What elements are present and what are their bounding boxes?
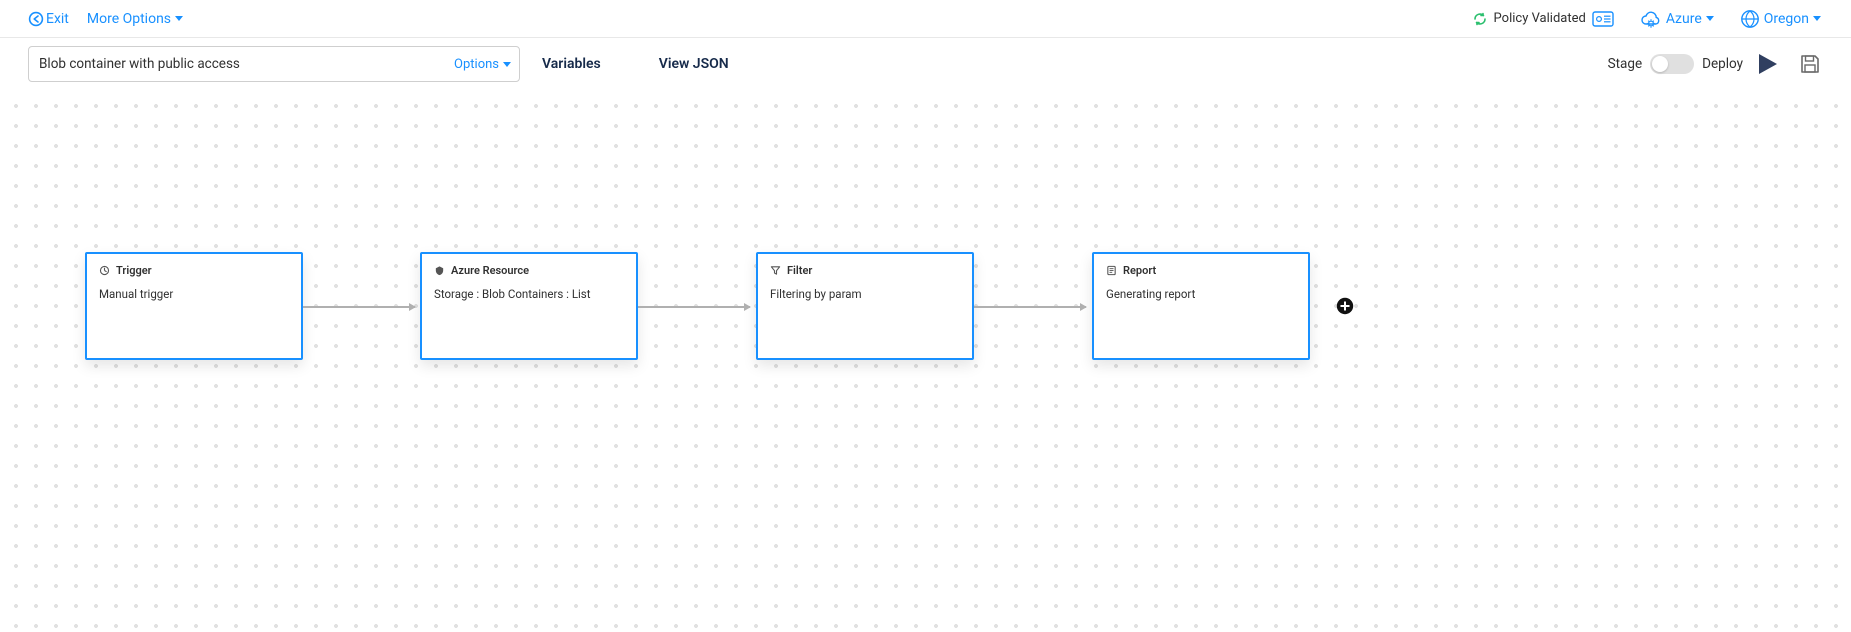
chevron-down-icon: [175, 16, 183, 21]
topbar: Exit More Options Policy Validated Azure…: [0, 0, 1851, 38]
node-type-icon: [1106, 265, 1117, 276]
node-subtitle: Generating report: [1106, 287, 1296, 301]
exit-icon: [28, 11, 44, 27]
cloud-label: Azure: [1666, 11, 1702, 27]
region-label: Oregon: [1764, 11, 1809, 27]
policy-status-label: Policy Validated: [1494, 11, 1586, 26]
connector-arrow: [974, 306, 1086, 308]
node-type-icon: [770, 265, 781, 276]
refresh-icon: [1472, 11, 1488, 27]
workflow-node[interactable]: Report Generating report: [1092, 252, 1310, 360]
exit-button[interactable]: Exit: [28, 11, 69, 27]
cloud-select[interactable]: Azure: [1640, 10, 1714, 28]
policy-card-icon: [1592, 11, 1614, 27]
node-title: Filter: [787, 264, 812, 277]
chevron-down-icon: [1813, 16, 1821, 21]
region-select[interactable]: Oregon: [1740, 9, 1821, 29]
node-type-icon: [434, 265, 445, 276]
tab-view-json[interactable]: View JSON: [659, 56, 729, 72]
globe-icon: [1740, 9, 1760, 29]
toggle-knob: [1652, 56, 1668, 72]
workflow-options-label: Options: [454, 57, 499, 72]
node-title: Trigger: [116, 264, 152, 277]
add-node-button[interactable]: [1336, 297, 1354, 315]
node-header: Report: [1106, 264, 1296, 277]
chevron-down-icon: [1706, 16, 1714, 21]
node-header: Azure Resource: [434, 264, 624, 277]
workflow-name-field[interactable]: Options: [28, 46, 520, 82]
workflow-toolbar: Options Variables View JSON Stage Deploy: [0, 38, 1851, 90]
node-title: Azure Resource: [451, 264, 529, 277]
stage-deploy-toggle[interactable]: [1650, 54, 1694, 74]
chevron-down-icon: [503, 62, 511, 67]
deploy-label: Deploy: [1702, 56, 1743, 72]
exit-label: Exit: [46, 11, 69, 27]
workflow-node[interactable]: Azure Resource Storage : Blob Containers …: [420, 252, 638, 360]
node-header: Trigger: [99, 264, 289, 277]
plus-circle-icon: [1336, 297, 1354, 315]
more-options-button[interactable]: More Options: [87, 11, 183, 27]
node-header: Filter: [770, 264, 960, 277]
node-type-icon: [99, 265, 110, 276]
node-subtitle: Manual trigger: [99, 287, 289, 301]
topbar-left: Exit More Options: [28, 11, 183, 27]
tab-variables[interactable]: Variables: [542, 56, 601, 72]
stage-deploy-toggle-group: Stage Deploy: [1608, 54, 1743, 74]
workflow-name-input[interactable]: [39, 56, 448, 72]
connector-arrow: [638, 306, 750, 308]
run-button[interactable]: [1759, 54, 1777, 74]
workflow-node[interactable]: Trigger Manual trigger: [85, 252, 303, 360]
connector-arrow: [303, 306, 415, 308]
workflow-options-button[interactable]: Options: [454, 57, 511, 72]
workflow-node[interactable]: Filter Filtering by param: [756, 252, 974, 360]
save-button[interactable]: [1799, 53, 1821, 75]
more-options-label: More Options: [87, 11, 171, 27]
node-subtitle: Filtering by param: [770, 287, 960, 301]
workflow-canvas[interactable]: Trigger Manual trigger Azure Resource Stora…: [0, 90, 1851, 632]
stage-label: Stage: [1608, 56, 1643, 72]
node-subtitle: Storage : Blob Containers : List: [434, 287, 624, 301]
topbar-right: Policy Validated Azure Oregon: [1472, 9, 1821, 29]
policy-status: Policy Validated: [1472, 11, 1614, 27]
cloud-gear-icon: [1640, 10, 1662, 28]
node-title: Report: [1123, 264, 1156, 277]
